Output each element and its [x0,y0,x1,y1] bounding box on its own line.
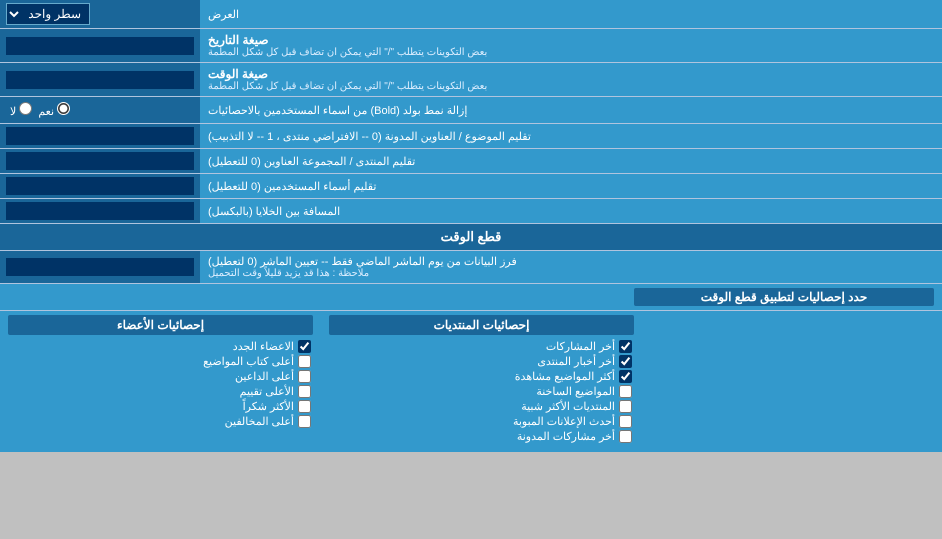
bold-remove-label: إزالة نمط بولد (Bold) من اسماء المستخدمي… [200,97,942,123]
display-mode-label: العرض [200,0,942,28]
stats-header-row: حدد إحصاليات لتطبيق قطع الوقت [0,284,942,311]
radio-no-label: لا [10,102,32,118]
stat-classifieds: أحدث الإعلانات المبوبة [329,414,634,429]
posts-stats-header: إحصائيات المنتديات [329,315,634,335]
username-trim-input[interactable]: 0 [6,177,194,195]
date-format-label: صيغة التاريخ بعض التكوينات يتطلب "/" الت… [200,29,942,62]
cutoff-input[interactable]: 0 [6,258,194,276]
topic-trim-input[interactable]: 33 [6,127,194,145]
stat-last-posts-label: أخر المشاركات [546,340,615,353]
cb-hot-topics[interactable] [619,385,632,398]
username-trim-row: تقليم أسماء المستخدمين (0 للتعطيل) 0 [0,174,942,199]
stat-most-viewed: أكثر المواضيع مشاهدة [329,369,634,384]
stat-classifieds-label: أحدث الإعلانات المبوبة [513,415,615,428]
cb-top-referrers[interactable] [298,370,311,383]
stats-spacer [8,288,634,306]
stat-last-posts: أخر المشاركات [329,339,634,354]
stat-top-violators-label: أعلى المخالفين [225,415,294,428]
cb-popular-forums[interactable] [619,400,632,413]
stat-new-members: الاعضاء الجدد [8,339,313,354]
radio-yes[interactable] [57,102,70,115]
topic-trim-input-cell: 33 [0,124,200,148]
stat-popular-forums-label: المنتديات الأكثر شبية [521,400,615,413]
date-format-input[interactable]: d-m [6,37,194,55]
cb-new-members[interactable] [298,340,311,353]
cell-spacing-input[interactable]: 2 [6,202,194,220]
cutoff-section-header: قطع الوقت [0,224,942,251]
display-mode-select[interactable]: سطر واحد سطرين ثلاثة أسطر [6,3,90,25]
stat-top-referrers: أعلى الداعين [8,369,313,384]
stat-hot-topics: المواضيع الساخنة [329,384,634,399]
stats-header-label-cell: حدد إحصاليات لتطبيق قطع الوقت [634,288,934,306]
stat-blog-posts: أخر مشاركات المدونة [329,429,634,444]
cutoff-label: فرز البيانات من يوم الماشر الماضي فقط --… [200,251,942,283]
cb-most-viewed[interactable] [619,370,632,383]
stats-columns: إحصائيات المنتديات أخر المشاركات أخر أخب… [0,311,942,452]
radio-yes-label: نعم [38,102,70,118]
members-stats-header: إحصائيات الأعضاء [8,315,313,335]
display-mode-row: العرض سطر واحد سطرين ثلاثة أسطر [0,0,942,29]
stat-popular-forums: المنتديات الأكثر شبية [329,399,634,414]
stat-most-viewed-label: أكثر المواضيع مشاهدة [515,370,615,383]
time-format-row: صيغة الوقت بعض التكوينات يتطلب "/" التي … [0,63,942,97]
radio-no[interactable] [19,102,32,115]
cb-classifieds[interactable] [619,415,632,428]
cb-top-violators[interactable] [298,415,311,428]
username-trim-input-cell: 0 [0,174,200,198]
date-format-row: صيغة التاريخ بعض التكوينات يتطلب "/" الت… [0,29,942,63]
stats-posts-col: إحصائيات المنتديات أخر المشاركات أخر أخب… [321,315,642,444]
cb-top-rated[interactable] [298,385,311,398]
forum-trim-label: تقليم المنتدى / المجموعة العناوين (0 للت… [200,149,942,173]
stat-top-referrers-label: أعلى الداعين [235,370,294,383]
cell-spacing-input-cell: 2 [0,199,200,223]
cutoff-input-cell: 0 [0,251,200,283]
stat-hot-topics-label: المواضيع الساخنة [536,385,615,398]
forum-trim-input[interactable]: 33 [6,152,194,170]
stat-forum-news: أخر أخبار المنتدى [329,354,634,369]
stats-empty-col [642,315,942,444]
cell-spacing-label: المسافة بين الخلايا (بالبكسل) [200,199,942,223]
bold-remove-input-cell: نعم لا [0,97,200,123]
topic-trim-label: تقليم الموضوع / العناوين المدونة (0 -- ا… [200,124,942,148]
cb-most-thanked[interactable] [298,400,311,413]
stat-most-thanked-label: الأكثر شكراً [243,400,294,413]
stat-top-violators: أعلى المخالفين [8,414,313,429]
stats-members-col: إحصائيات الأعضاء الاعضاء الجدد أعلى كتاب… [0,315,321,444]
forum-trim-row: تقليم المنتدى / المجموعة العناوين (0 للت… [0,149,942,174]
bold-remove-row: إزالة نمط بولد (Bold) من اسماء المستخدمي… [0,97,942,124]
cell-spacing-row: المسافة بين الخلايا (بالبكسل) 2 [0,199,942,224]
cutoff-row: فرز البيانات من يوم الماشر الماضي فقط --… [0,251,942,284]
stat-top-rated: الأعلى تقييم [8,384,313,399]
stat-blog-posts-label: أخر مشاركات المدونة [517,430,615,443]
stat-new-members-label: الاعضاء الجدد [233,340,294,353]
time-format-label: صيغة الوقت بعض التكوينات يتطلب "/" التي … [200,63,942,96]
stat-top-posters: أعلى كتاب المواضيع [8,354,313,369]
topic-trim-row: تقليم الموضوع / العناوين المدونة (0 -- ا… [0,124,942,149]
cb-last-posts[interactable] [619,340,632,353]
forum-trim-input-cell: 33 [0,149,200,173]
cb-top-posters[interactable] [298,355,311,368]
stat-top-rated-label: الأعلى تقييم [240,385,294,398]
stat-most-thanked: الأكثر شكراً [8,399,313,414]
stats-apply-label: حدد إحصاليات لتطبيق قطع الوقت [634,288,934,306]
stat-top-posters-label: أعلى كتاب المواضيع [203,355,294,368]
display-mode-input-cell: سطر واحد سطرين ثلاثة أسطر [0,0,200,28]
username-trim-label: تقليم أسماء المستخدمين (0 للتعطيل) [200,174,942,198]
time-format-input[interactable]: H:i [6,71,194,89]
bold-radio-group: نعم لا [6,100,74,120]
cb-forum-news[interactable] [619,355,632,368]
date-format-input-cell: d-m [0,29,200,62]
time-format-input-cell: H:i [0,63,200,96]
stat-forum-news-label: أخر أخبار المنتدى [537,355,615,368]
cb-blog-posts[interactable] [619,430,632,443]
